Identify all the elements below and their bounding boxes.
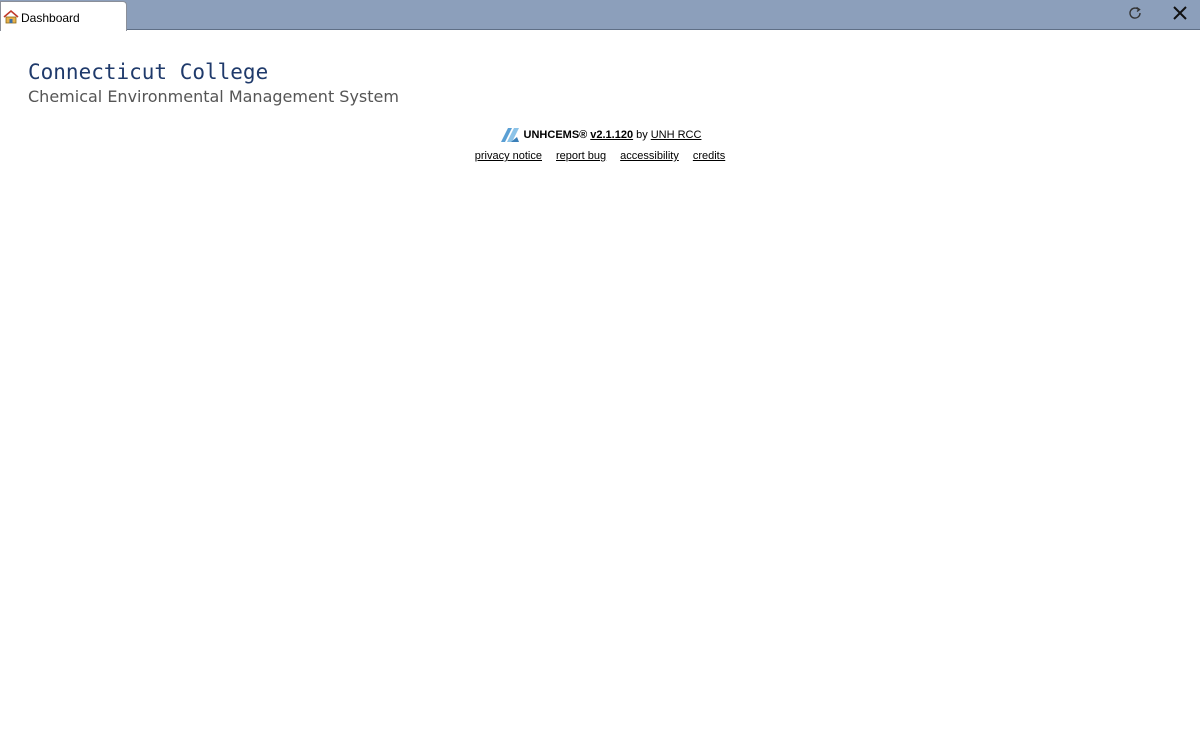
product-name: UNHCEMS®: [523, 129, 588, 141]
unhcems-logo-icon: [499, 126, 521, 144]
refresh-icon: [1127, 5, 1143, 26]
system-name: Chemical Environmental Management System: [28, 87, 399, 106]
tab-label: Dashboard: [21, 10, 80, 25]
tab-bar: Dashboard: [0, 0, 1200, 31]
by-text: by: [636, 129, 648, 141]
home-icon: [3, 9, 19, 25]
vendor-link[interactable]: UNH RCC: [651, 129, 702, 141]
organization-title: Connecticut College: [28, 60, 269, 84]
report-bug-link[interactable]: report bug: [556, 150, 606, 162]
credits-link[interactable]: credits: [693, 150, 725, 162]
close-button[interactable]: [1168, 3, 1192, 27]
privacy-notice-link[interactable]: privacy notice: [475, 150, 542, 162]
close-icon: [1171, 4, 1189, 27]
accessibility-link[interactable]: accessibility: [620, 150, 679, 162]
credit-line: UNHCEMS® v2.1.120 by UNH RCC: [0, 126, 1200, 144]
tab-dashboard[interactable]: Dashboard: [0, 1, 127, 31]
footer-links: privacy notice report bug accessibility …: [0, 150, 1200, 162]
refresh-button[interactable]: [1123, 3, 1147, 27]
version-link[interactable]: v2.1.120: [590, 129, 633, 141]
